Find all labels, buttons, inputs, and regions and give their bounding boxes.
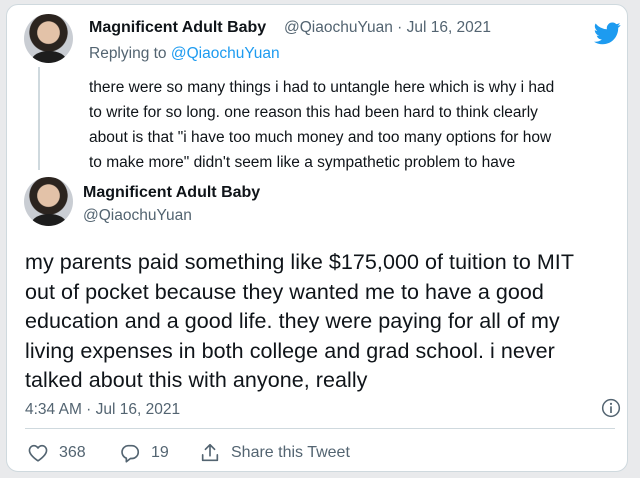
replying-to-handle-link[interactable]: @QiaochuYuan (171, 45, 280, 62)
twitter-bird-icon[interactable] (594, 22, 621, 45)
info-icon[interactable] (601, 398, 621, 418)
replying-to-label: Replying to (89, 45, 167, 62)
reply-handle-date[interactable]: @QiaochuYuan · Jul 16, 2021 (284, 19, 491, 37)
reply-button[interactable]: 19 (119, 442, 169, 464)
reply-bubble-icon (121, 444, 140, 463)
main-tweet-text: my parents paid something like $175,000 … (25, 250, 575, 392)
share-icon (201, 443, 219, 462)
divider (25, 428, 615, 429)
like-count: 368 (59, 444, 86, 461)
avatar[interactable] (24, 177, 73, 226)
avatar[interactable] (24, 14, 73, 63)
like-button[interactable]: 368 (27, 442, 86, 464)
tweet-card: Magnificent Adult Baby @QiaochuYuan · Ju… (6, 4, 628, 472)
reply-tweet-text: there were so many things i had to untan… (89, 79, 555, 171)
thread-connector-line (38, 67, 40, 170)
replying-to-line: Replying to @QiaochuYuan (89, 45, 280, 63)
reply-author-name[interactable]: Magnificent Adult Baby (89, 19, 266, 37)
reply-count: 19 (151, 444, 169, 461)
heart-icon (28, 444, 48, 462)
tweet-timestamp[interactable]: 4:34 AM · Jul 16, 2021 (25, 401, 180, 419)
main-author-handle[interactable]: @QiaochuYuan (83, 207, 192, 225)
share-label: Share this Tweet (231, 444, 350, 461)
share-button[interactable]: Share this Tweet (199, 442, 350, 464)
main-author-name[interactable]: Magnificent Adult Baby (83, 184, 260, 202)
